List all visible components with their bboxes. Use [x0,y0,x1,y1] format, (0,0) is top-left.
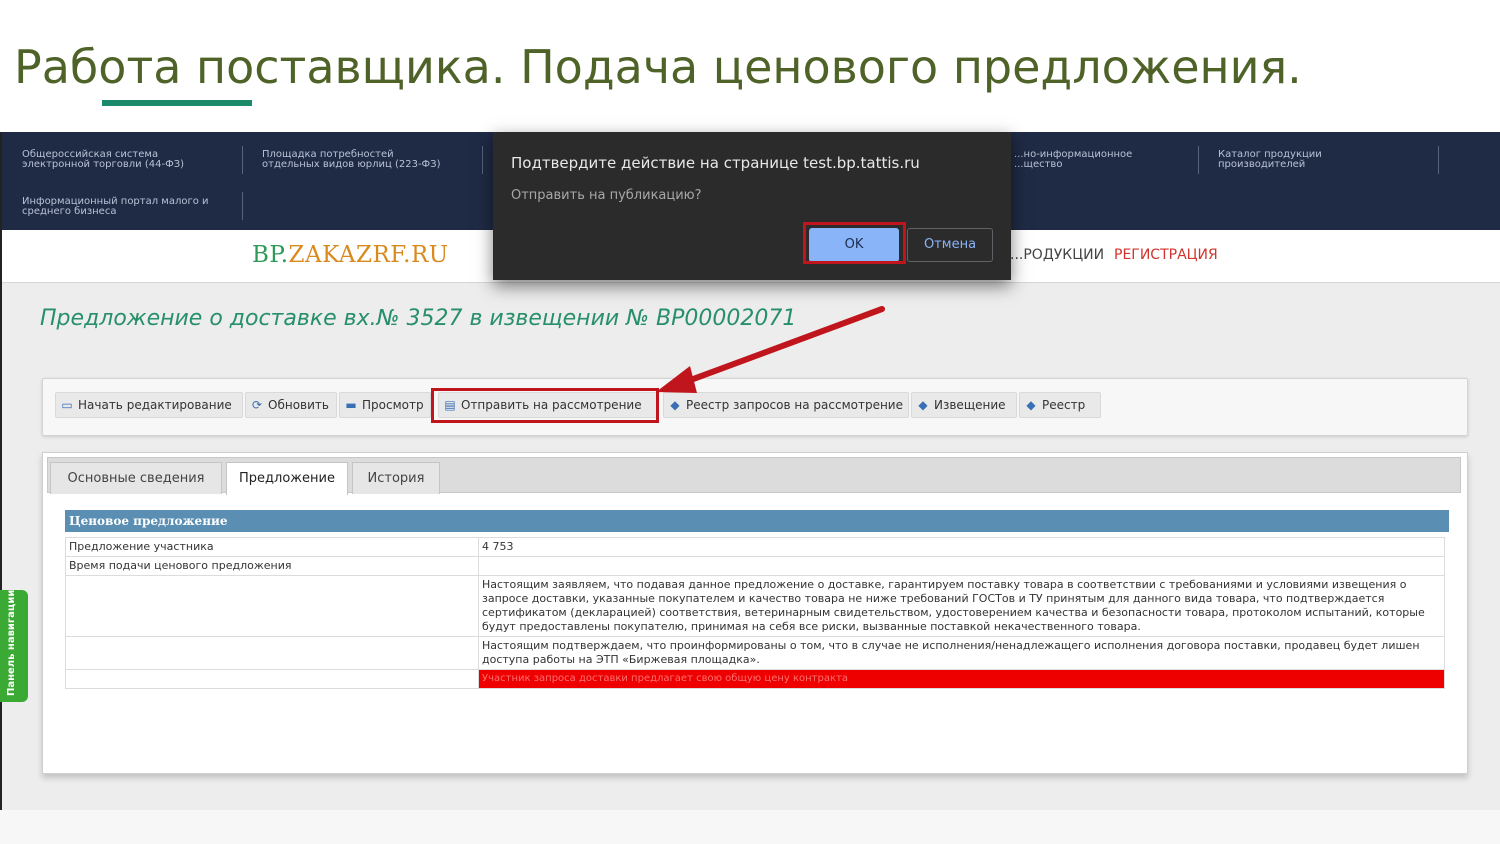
logo-domain: ZAKAZRF.RU [288,242,449,268]
nav-link-msb-portal[interactable]: Информационный портал малого и среднего … [22,197,209,217]
button-label: Начать редактирование [78,398,232,412]
price-section-header: Ценовое предложение [65,510,1449,532]
notice-button[interactable]: ◆ Извещение [911,392,1017,418]
action-toolbar: ▭ Начать редактирование ⟳ Обновить ▬ Про… [42,378,1468,436]
submit-button-highlight [431,388,659,423]
nav-separator [1438,146,1439,174]
button-label: Обновить [268,398,329,412]
quality-guarantee-text: Настоящим заявляем, что подавая данное п… [478,575,1445,637]
row-label: Время подачи ценового предложения [65,556,479,576]
arrow-left-icon: ◆ [1026,398,1036,412]
nav-link-223fz[interactable]: Площадка потребностей отдельных видов юр… [262,150,440,170]
arrow-left-icon: ◆ [918,398,928,412]
obligation-notice-text: Настоящим подтверждаем, что проинформиро… [478,636,1445,670]
nav-link-info-space[interactable]: ...но-информационное ...щество [1014,150,1132,170]
total-price-warning: Участник запроса доставки предлагает сво… [478,669,1445,689]
tab-bar: Основные сведения Предложение История [47,457,1461,495]
page-title: Предложение о доставке вх.№ 3527 в извещ… [40,306,797,331]
confirm-dialog: Подтвердите действие на странице test.bp… [493,132,1011,280]
registry-button[interactable]: ◆ Реестр [1019,392,1101,418]
menu-products[interactable]: ...РОДУКЦИИ [1010,247,1104,263]
nav-link-catalog[interactable]: Каталог продукции производителей [1218,150,1322,170]
row-label [65,669,479,689]
table-row: Настоящим подтверждаем, что проинформиро… [65,636,1445,670]
arrow-left-icon: ◆ [670,398,680,412]
table-row: Настоящим заявляем, что подавая данное п… [65,575,1445,637]
row-label [65,575,479,637]
nav-separator [242,192,243,220]
button-label: Реестр [1042,398,1086,412]
print-preview-icon: ▬ [345,398,357,412]
preview-button[interactable]: ▬ Просмотр [339,392,431,418]
row-value: 4 753 [478,537,1445,557]
row-label: Предложение участника [65,537,479,557]
requests-registry-button[interactable]: ◆ Реестр запросов на рассмотрение [663,392,909,418]
tab-offer[interactable]: Предложение [226,462,348,495]
tab-main-info[interactable]: Основные сведения [50,462,222,494]
refresh-button[interactable]: ⟳ Обновить [245,392,337,418]
table-row: Время подачи ценового предложения [65,556,1445,576]
button-label: Извещение [934,398,1006,412]
tab-history[interactable]: История [352,462,440,494]
slide-footer-band [0,810,1500,844]
nav-link-44fz[interactable]: Общероссийская система электронной торго… [22,150,184,170]
dialog-title: Подтвердите действие на странице test.bp… [511,154,920,172]
row-label [65,636,479,670]
nav-separator [482,146,483,174]
refresh-icon: ⟳ [251,398,263,412]
dialog-cancel-button[interactable]: Отмена [907,228,993,262]
nav-separator [1198,146,1199,174]
logo-bp: BP. [252,242,289,268]
price-offer-table: Предложение участника 4 753 Время подачи… [65,537,1445,689]
site-logo[interactable]: BP.ZAKAZRF.RU [252,242,449,268]
row-value [478,556,1445,576]
edit-icon: ▭ [61,398,73,412]
navigation-panel-label: Панель навигации [6,589,17,696]
ok-button-highlight [803,222,906,264]
navigation-panel-tab[interactable]: Панель навигации [0,590,28,702]
table-row: Предложение участника 4 753 [65,537,1445,557]
title-underline [102,100,252,106]
dialog-message: Отправить на публикацию? [511,188,702,203]
button-label: Реестр запросов на рассмотрение [686,398,903,412]
button-label: Просмотр [362,398,424,412]
start-editing-button[interactable]: ▭ Начать редактирование [55,392,243,418]
slide-title: Работа поставщика. Подача ценового предл… [14,40,1302,94]
table-row: Участник запроса доставки предлагает сво… [65,669,1445,689]
menu-registration[interactable]: РЕГИСТРАЦИЯ [1114,247,1218,263]
offer-content-panel: Основные сведения Предложение История Це… [42,452,1468,774]
nav-separator [242,146,243,174]
